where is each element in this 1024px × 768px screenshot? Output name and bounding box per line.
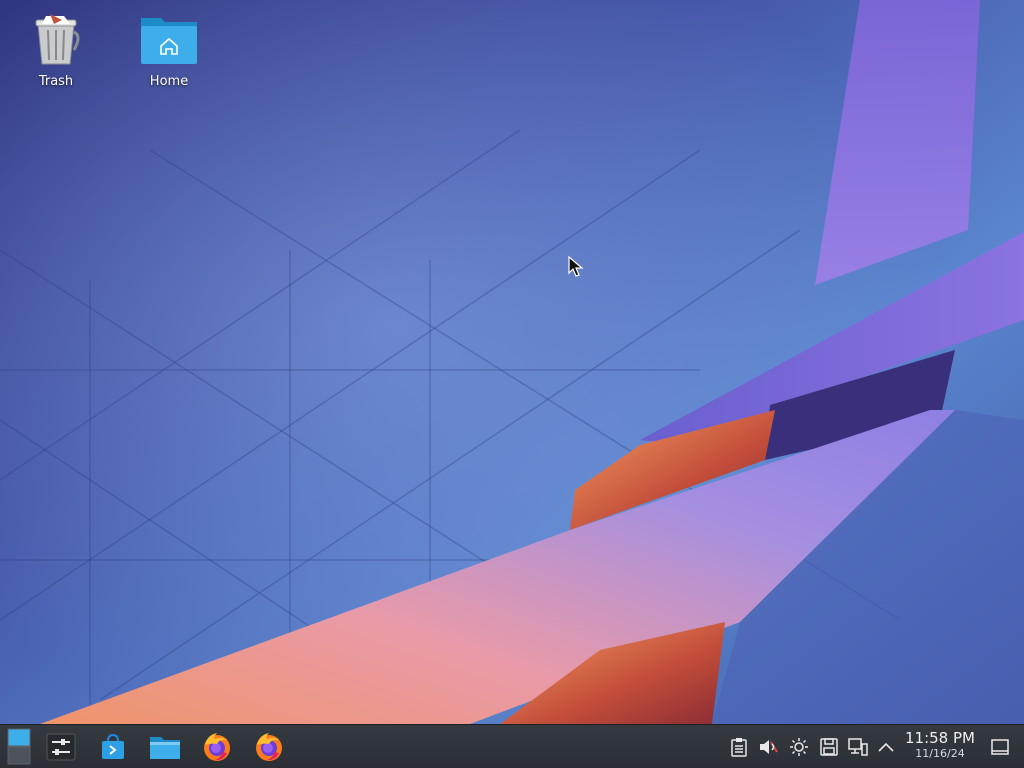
system-settings-launcher[interactable] — [44, 725, 78, 768]
tray-clipboard[interactable] — [728, 735, 750, 759]
show-desktop-button[interactable] — [989, 735, 1011, 759]
home-folder-icon — [141, 18, 197, 64]
firefox-icon — [256, 733, 282, 761]
speaker-muted-icon — [760, 740, 778, 754]
tray-network[interactable] — [847, 735, 869, 759]
mouse-pointer-icon — [568, 256, 584, 277]
save-disk-icon — [820, 738, 838, 756]
store-bag-icon — [102, 733, 124, 759]
desktop-wallpaper — [0, 0, 1024, 768]
pager-icon — [7, 728, 31, 765]
taskbar: 11:58 PM 11/16/24 — [0, 724, 1024, 768]
settings-sliders-icon — [46, 733, 76, 761]
trash-icon — [35, 14, 80, 65]
clock-date: 11/16/24 — [915, 747, 965, 760]
tray-expand[interactable] — [875, 735, 897, 759]
discover-launcher[interactable] — [96, 725, 130, 768]
chevron-up-icon — [878, 742, 894, 752]
brightness-icon — [790, 738, 808, 756]
clipboard-icon — [731, 738, 747, 757]
show-desktop-icon — [991, 739, 1009, 755]
folder-icon — [150, 737, 180, 759]
desktop-icon-label: Home — [149, 74, 189, 89]
firefox-launcher[interactable] — [199, 725, 235, 768]
tray-volume[interactable] — [757, 735, 779, 759]
network-monitor-icon — [848, 738, 868, 756]
tray-disks-devices[interactable] — [818, 735, 840, 759]
firefox-icon — [204, 733, 230, 761]
clock-time: 11:58 PM — [905, 729, 975, 747]
virtual-desktop-pager[interactable] — [6, 728, 32, 766]
desktop-icon-trash[interactable]: Trash — [11, 12, 101, 89]
tray-brightness[interactable] — [788, 735, 810, 759]
firefox-launcher-2[interactable] — [251, 725, 287, 768]
desktop-icon-label: Trash — [38, 74, 74, 89]
dolphin-launcher[interactable] — [147, 725, 183, 768]
digital-clock[interactable]: 11:58 PM 11/16/24 — [900, 729, 980, 765]
desktop-icon-home[interactable]: Home — [124, 12, 214, 89]
